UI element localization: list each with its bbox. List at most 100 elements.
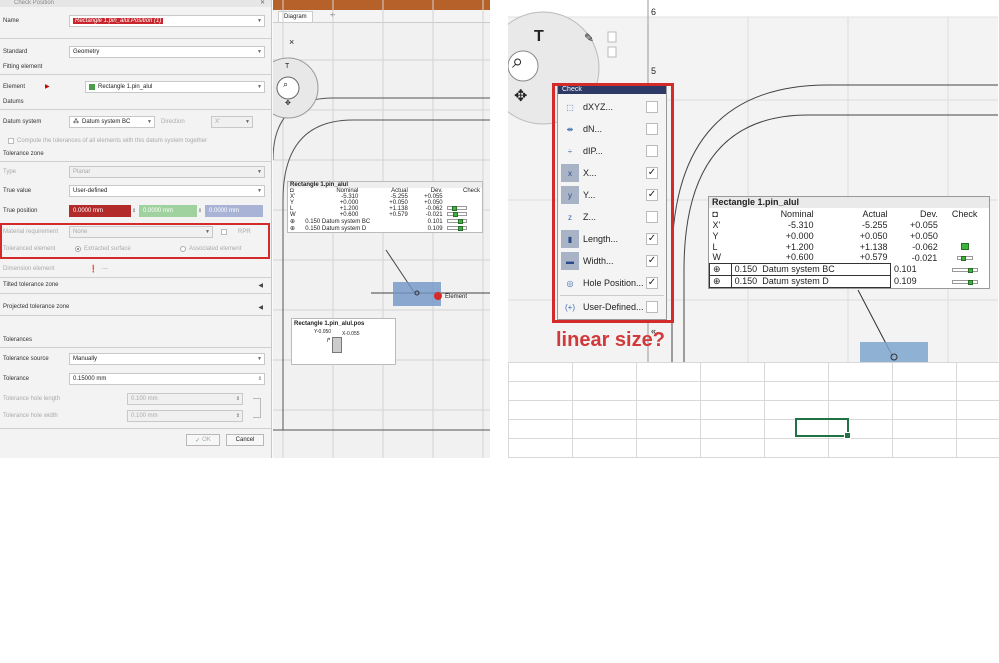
header-actual: Actual [862,208,888,219]
search-icon[interactable]: ⌕ [512,51,523,74]
standard-label: Standard [3,48,28,55]
name-value: Rectangle 1.pin_alul.Position (1) [73,17,164,24]
chevron-down-icon[interactable]: ▼ [257,188,262,194]
element-select[interactable]: Rectangle 1.pin_alul ▼ [85,80,265,93]
actual-value: 0.101 [894,264,917,274]
spinner-icon[interactable]: ⇕ [258,376,262,382]
standard-select[interactable]: Geometry ▼ [69,45,265,58]
result-table-title: Rectangle 1.pin_alul [709,197,989,208]
text-tool-icon[interactable]: T [534,28,544,46]
selected-cell[interactable] [795,418,851,439]
fitting-section-title: Fitting element [3,64,43,70]
pick-arrow-icon[interactable]: ▶ [45,83,50,90]
divider [0,38,271,39]
table-row: ⊕ 0.150 Datum system BC 0.101 [709,262,989,276]
table-icon: ◘ [712,208,718,219]
check-cell [445,225,483,233]
move-icon[interactable]: ✥ [285,99,291,107]
projected-section-title[interactable]: Projected tolerance zone [3,304,69,310]
chevron-down-icon[interactable]: ▼ [147,119,152,125]
ruler-number: 6 [651,7,657,17]
tolerance-hole-width-input[interactable]: 0.100 mm ⇕ [127,409,243,422]
tolerance-hole-length-input[interactable]: 0.100 mm ⇕ [127,392,243,405]
nominal-value: +1.200 [785,241,814,252]
chevron-down-icon[interactable]: ▼ [257,18,262,24]
divider [0,293,271,294]
check-cell [941,230,989,241]
true-value-select[interactable]: User-defined ▼ [69,184,265,197]
left-screenshot: Check Position ✕ Name Rectangle 1.pin_al… [0,0,490,458]
pencil-icon[interactable]: ✎ [584,31,594,45]
direction-select[interactable]: X' ▼ [211,115,253,128]
datums-section-title: Datums [3,99,24,105]
check-bar [951,279,978,285]
tolerance-source-select[interactable]: Manually ▼ [69,352,265,365]
tolerance-hole-length-row: Tolerance hole length 0.100 mm ⇕ [3,392,243,405]
check-cell [941,219,989,230]
chevron-down-icon[interactable]: ▼ [257,84,262,90]
tolerance-hole-width-value: 0.100 mm [131,412,158,419]
divider [0,74,271,75]
tp-x-value: 0.0000 mm [73,207,104,214]
tilted-section-title[interactable]: Tilted tolerance zone [3,282,58,288]
dialog-title: Check Position [14,0,55,6]
true-value-row: True value User-defined ▼ [3,184,265,197]
check-bar [956,256,973,262]
actual-value: +0.579 [859,252,888,263]
chevron-down-icon[interactable]: ▼ [257,49,262,55]
chevron-down-icon[interactable]: ▼ [245,119,250,125]
element-row: Element ▶ Rectangle 1.pin_alul ▼ [3,80,265,93]
nominal-value: +0.600 [785,252,814,263]
axis-arrows-icon: ↱ [326,338,332,344]
true-position-z-input[interactable]: 0.0000 mm [205,204,263,217]
tolerance-hole-width-row: Tolerance hole width 0.100 mm ⇕ [3,409,243,422]
close-icon[interactable]: ✕ [260,0,265,6]
header-nominal: Nominal [780,208,814,219]
table-row: ⊕ 0.150 Datum system D 0.109 [288,225,483,233]
tolerance-input[interactable]: 0.15000 mm ⇕ [69,372,265,385]
check-cell [941,275,989,287]
spinner-icon[interactable]: ⇕ [236,413,240,419]
true-position-y-input[interactable]: 0.0000 mm [139,204,197,217]
datum-value: Datum system D [762,276,829,286]
position-tol-cell: 0.150 Datum system BC [303,218,410,225]
name-input[interactable]: Rectangle 1.pin_alul.Position (1) ▼ [69,14,265,27]
compute-all-label: Compute the tolerances of all elements w… [17,137,208,144]
tol-value: 0.150 [734,276,758,286]
table-row: ⊕ 0.150 Datum system BC 0.101 [288,218,483,225]
highlight-box [0,223,270,259]
pos-y-label: Y-0.050 [314,329,332,335]
move-icon[interactable]: ✥ [514,86,527,106]
compute-all-checkbox[interactable] [8,137,14,144]
divider [0,347,271,348]
element-icon [89,83,95,90]
spinner-icon[interactable]: ⇕ [197,208,203,214]
type-select[interactable]: Planar ▼ [69,165,265,178]
datum-value: Datum system BC [321,218,371,225]
search-icon[interactable]: ⌕ [283,79,288,90]
ok-button[interactable]: ✓ OK [186,434,220,446]
true-position-x-input[interactable]: 0.0000 mm [69,204,131,217]
tp-z-value: 0.0000 mm [209,207,240,214]
divider [0,428,271,429]
divider [0,109,271,110]
collapse-arrow-icon[interactable]: ◀ [258,282,263,289]
divider [0,161,271,162]
header-check: Check [951,208,978,219]
tol-value: 0.150 [305,225,321,232]
spinner-icon[interactable]: ⇕ [236,396,240,402]
check-cell [941,241,989,252]
cancel-button[interactable]: Cancel [226,434,264,446]
check-icon: ✓ [195,437,201,444]
text-tool-icon[interactable]: T [285,63,289,70]
chevron-down-icon[interactable]: ▼ [257,169,262,175]
chevron-down-icon[interactable]: ▼ [257,356,262,362]
result-table-small: Rectangle 1.pin_alul ◘ Nominal Actual De… [287,181,483,233]
dev-value: +0.055 [910,219,938,230]
standard-row: Standard Geometry ▼ [3,45,265,58]
spreadsheet-grid[interactable] [508,362,999,458]
collapse-arrow-icon[interactable]: ◀ [258,304,263,311]
spinner-icon[interactable]: ⇕ [131,208,137,214]
datum-system-select[interactable]: ⁂ Datum system BC ▼ [69,115,155,128]
link-bracket-icon[interactable] [253,398,261,418]
